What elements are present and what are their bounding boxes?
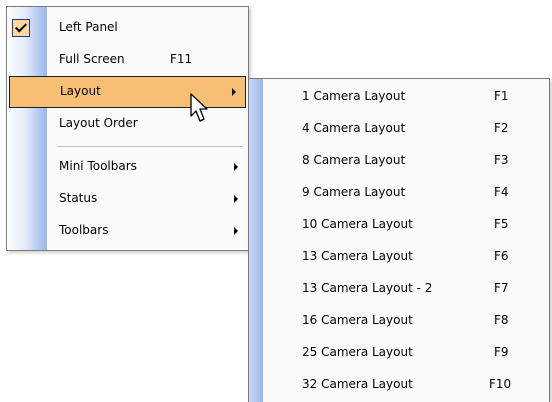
submenu-item-shortcut: F9 [494,345,509,359]
submenu-item-label: 10 Camera Layout [302,217,413,231]
menu-item-status[interactable]: Status [7,183,248,215]
submenu-item-13-camera[interactable]: 13 Camera Layout F6 [249,241,549,273]
submenu-arrow-icon [234,163,238,171]
menu-item-label: Status [59,191,98,205]
view-menu: Left Panel Full Screen F11 Layout Layout… [6,6,249,251]
submenu-item-label: 32 Camera Layout [302,377,413,391]
menu-item-mini-toolbars[interactable]: Mini Toolbars [7,151,248,183]
menu-item-label: Left Panel [59,20,118,34]
checkmark-icon [12,19,30,37]
menu-item-label: Layout Order [59,116,138,130]
mouse-pointer-icon [190,93,208,122]
menu-item-label: Toolbars [59,223,109,237]
submenu-item-4-camera[interactable]: 4 Camera Layout F2 [249,113,549,145]
menu-item-full-screen[interactable]: Full Screen F11 [7,44,248,76]
menu-item-label: Full Screen [59,52,125,66]
submenu-arrow-icon [234,227,238,235]
submenu-arrow-icon [234,195,238,203]
layout-submenu: 1 Camera Layout F1 4 Camera Layout F2 8 … [248,78,550,402]
submenu-item-label: 25 Camera Layout [302,345,413,359]
menu-item-left-panel[interactable]: Left Panel [7,12,248,44]
submenu-item-shortcut: F2 [494,121,509,135]
submenu-item-shortcut: F7 [494,281,509,295]
submenu-item-shortcut: F3 [494,153,509,167]
submenu-item-label: 13 Camera Layout - 2 [302,281,433,295]
submenu-item-label: 1 Camera Layout [302,89,406,103]
submenu-item-shortcut: F8 [494,313,509,327]
submenu-item-1-camera[interactable]: 1 Camera Layout F1 [249,81,549,113]
menu-item-label: Layout [60,84,101,98]
submenu-item-label: 4 Camera Layout [302,121,406,135]
submenu-item-25-camera[interactable]: 25 Camera Layout F9 [249,337,549,369]
menu-item-toolbars[interactable]: Toolbars [7,215,248,247]
submenu-item-label: 8 Camera Layout [302,153,406,167]
submenu-item-label: 13 Camera Layout [302,249,413,263]
submenu-item-16-camera[interactable]: 16 Camera Layout F8 [249,305,549,337]
submenu-item-shortcut: F5 [494,217,509,231]
menu-item-label: Mini Toolbars [59,159,137,173]
submenu-item-13-camera-2[interactable]: 13 Camera Layout - 2 F7 [249,273,549,305]
submenu-item-shortcut: F4 [494,185,509,199]
submenu-item-8-camera[interactable]: 8 Camera Layout F3 [249,145,549,177]
submenu-item-label: 16 Camera Layout [302,313,413,327]
submenu-item-32-camera[interactable]: 32 Camera Layout F10 [249,369,549,401]
submenu-item-9-camera[interactable]: 9 Camera Layout F4 [249,177,549,209]
submenu-item-shortcut: F6 [494,249,509,263]
submenu-item-shortcut: F1 [494,89,509,103]
submenu-item-label: 9 Camera Layout [302,185,406,199]
submenu-arrow-icon [232,88,236,96]
submenu-item-10-camera[interactable]: 10 Camera Layout F5 [249,209,549,241]
menu-separator [57,146,242,147]
submenu-item-shortcut: F10 [489,377,512,391]
menu-item-shortcut: F11 [170,52,193,66]
